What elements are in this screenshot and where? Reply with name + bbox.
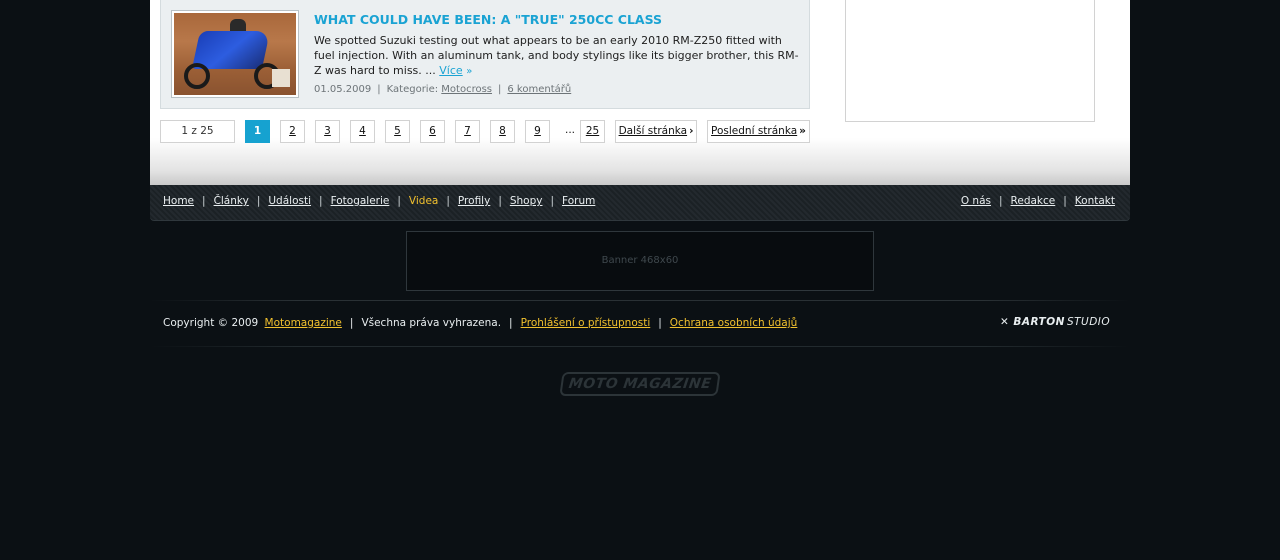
page-number: 3 [324, 125, 331, 137]
copyright-separator: | [658, 317, 662, 329]
pagination-page-2[interactable]: 2 [280, 120, 305, 143]
nav-forum[interactable]: Forum [562, 195, 595, 207]
last-page-button[interactable]: Poslední stránka» [707, 120, 810, 143]
category-label: Kategorie: [386, 84, 439, 95]
nav-shops[interactable]: Shopy [510, 195, 543, 207]
nav-videos[interactable]: Videa [409, 195, 438, 207]
meta-separator: | [377, 84, 381, 95]
pagination-ellipsis: ... [564, 124, 575, 136]
footer-nav-left: Home | Články | Události | Fotogalerie | Videa | P… [163, 195, 595, 207]
sidebar-box [845, 0, 1095, 122]
banner-placeholder[interactable]: Banner 468x60 [406, 231, 874, 291]
page-number: 7 [464, 125, 471, 137]
nav-separator: | [397, 195, 401, 207]
next-arrow-icon: › [689, 125, 694, 137]
pagination-page-3[interactable]: 3 [315, 120, 340, 143]
pagination-page-4[interactable]: 4 [350, 120, 375, 143]
page-number: 4 [359, 125, 366, 137]
pagination-page-7[interactable]: 7 [455, 120, 480, 143]
footer-divider [150, 346, 1130, 347]
nav-separator: | [319, 195, 323, 207]
excerpt-ellipsis: ... [421, 64, 440, 77]
photo-wheel-shape [184, 63, 210, 89]
last-arrow-icon: » [799, 125, 806, 137]
nav-editorial[interactable]: Redakce [1011, 195, 1056, 207]
studio-name-rest: STUDIO [1066, 316, 1111, 328]
meta-separator: | [498, 84, 502, 95]
footer-nav-bar: Home | Články | Události | Fotogalerie | Videa | P… [150, 185, 1130, 221]
copyright-separator: | [349, 317, 354, 329]
footer-divider [150, 300, 1130, 301]
rights-text: Všechna práva vyhrazena. [361, 317, 502, 329]
read-more-link[interactable]: Více [439, 64, 462, 77]
article-excerpt: We spotted Suzuki testing out what appea… [314, 33, 804, 79]
nav-home[interactable]: Home [163, 195, 194, 207]
studio-name-bold: BARTON [1013, 316, 1065, 328]
pagination-info: 1 z 25 [160, 120, 235, 143]
page-number: 5 [394, 125, 401, 137]
page-number: 25 [585, 125, 600, 137]
page-number: 6 [429, 125, 436, 137]
nav-separator: | [498, 195, 502, 207]
nav-separator: | [446, 195, 450, 207]
nav-contact[interactable]: Kontakt [1075, 195, 1115, 207]
copyright-line: Copyright © 2009 Motomagazine | Všechna pr… [163, 317, 797, 329]
pagination-current-page: 1 [245, 120, 270, 143]
copyright-text: Copyright © 2009 [163, 317, 259, 329]
motocross-photo [174, 13, 296, 95]
barton-studio-logo[interactable]: ✕ BARTON STUDIO [1000, 316, 1110, 332]
moto-magazine-logo[interactable]: MOTO MAGAZINE [559, 372, 721, 396]
article-excerpt-text: We spotted Suzuki testing out what appea… [314, 34, 799, 77]
page-number: 9 [534, 125, 541, 137]
read-more-arrow-icon: » [466, 66, 473, 77]
studio-mark-icon: ✕ [1000, 316, 1010, 328]
pagination-page-9[interactable]: 9 [525, 120, 550, 143]
page-number: 2 [289, 125, 296, 137]
pagination-page-5[interactable]: 5 [385, 120, 410, 143]
nav-separator: | [550, 195, 555, 207]
footer-nav-right: O nás | Redakce | Kontakt [961, 195, 1115, 207]
nav-about[interactable]: O nás [961, 195, 991, 207]
content-panel: WHAT COULD HAVE BEEN: A "TRUE" 250CC CLA… [150, 0, 1130, 185]
site-link[interactable]: Motomagazine [265, 317, 342, 329]
photo-box-shape [272, 69, 290, 87]
next-page-button[interactable]: Další stránka › [615, 120, 697, 143]
pagination-page-8[interactable]: 8 [490, 120, 515, 143]
article-card: WHAT COULD HAVE BEEN: A "TRUE" 250CC CLA… [160, 0, 810, 109]
next-page-label: Další stránka [618, 125, 688, 137]
nav-events[interactable]: Události [268, 195, 311, 207]
nav-separator: | [256, 195, 261, 207]
article-date: 01.05.2009 [314, 84, 372, 95]
category-link[interactable]: Motocross [441, 84, 492, 95]
photo-bike-shape [191, 31, 271, 69]
nav-separator: | [202, 195, 206, 207]
pagination-page-6[interactable]: 6 [420, 120, 445, 143]
nav-articles[interactable]: Články [214, 195, 249, 207]
pagination-page-last[interactable]: 25 [580, 120, 605, 143]
article-meta: 01.05.2009 | Kategorie: Motocross | 6 koment… [314, 84, 571, 95]
privacy-link[interactable]: Ochrana osobních údajů [670, 317, 798, 329]
last-page-label: Poslední stránka [711, 125, 798, 137]
copyright-separator: | [509, 317, 513, 329]
comments-link[interactable]: 6 komentářů [507, 84, 571, 95]
article-title[interactable]: WHAT COULD HAVE BEEN: A "TRUE" 250CC CLA… [314, 12, 662, 27]
nav-profiles[interactable]: Profily [458, 195, 490, 207]
nav-separator: | [999, 195, 1003, 207]
article-thumbnail[interactable] [171, 10, 299, 98]
page-number: 8 [499, 125, 506, 137]
accessibility-link[interactable]: Prohlášení o přístupnosti [521, 317, 651, 329]
nav-gallery[interactable]: Fotogalerie [331, 195, 390, 207]
nav-separator: | [1063, 195, 1067, 207]
